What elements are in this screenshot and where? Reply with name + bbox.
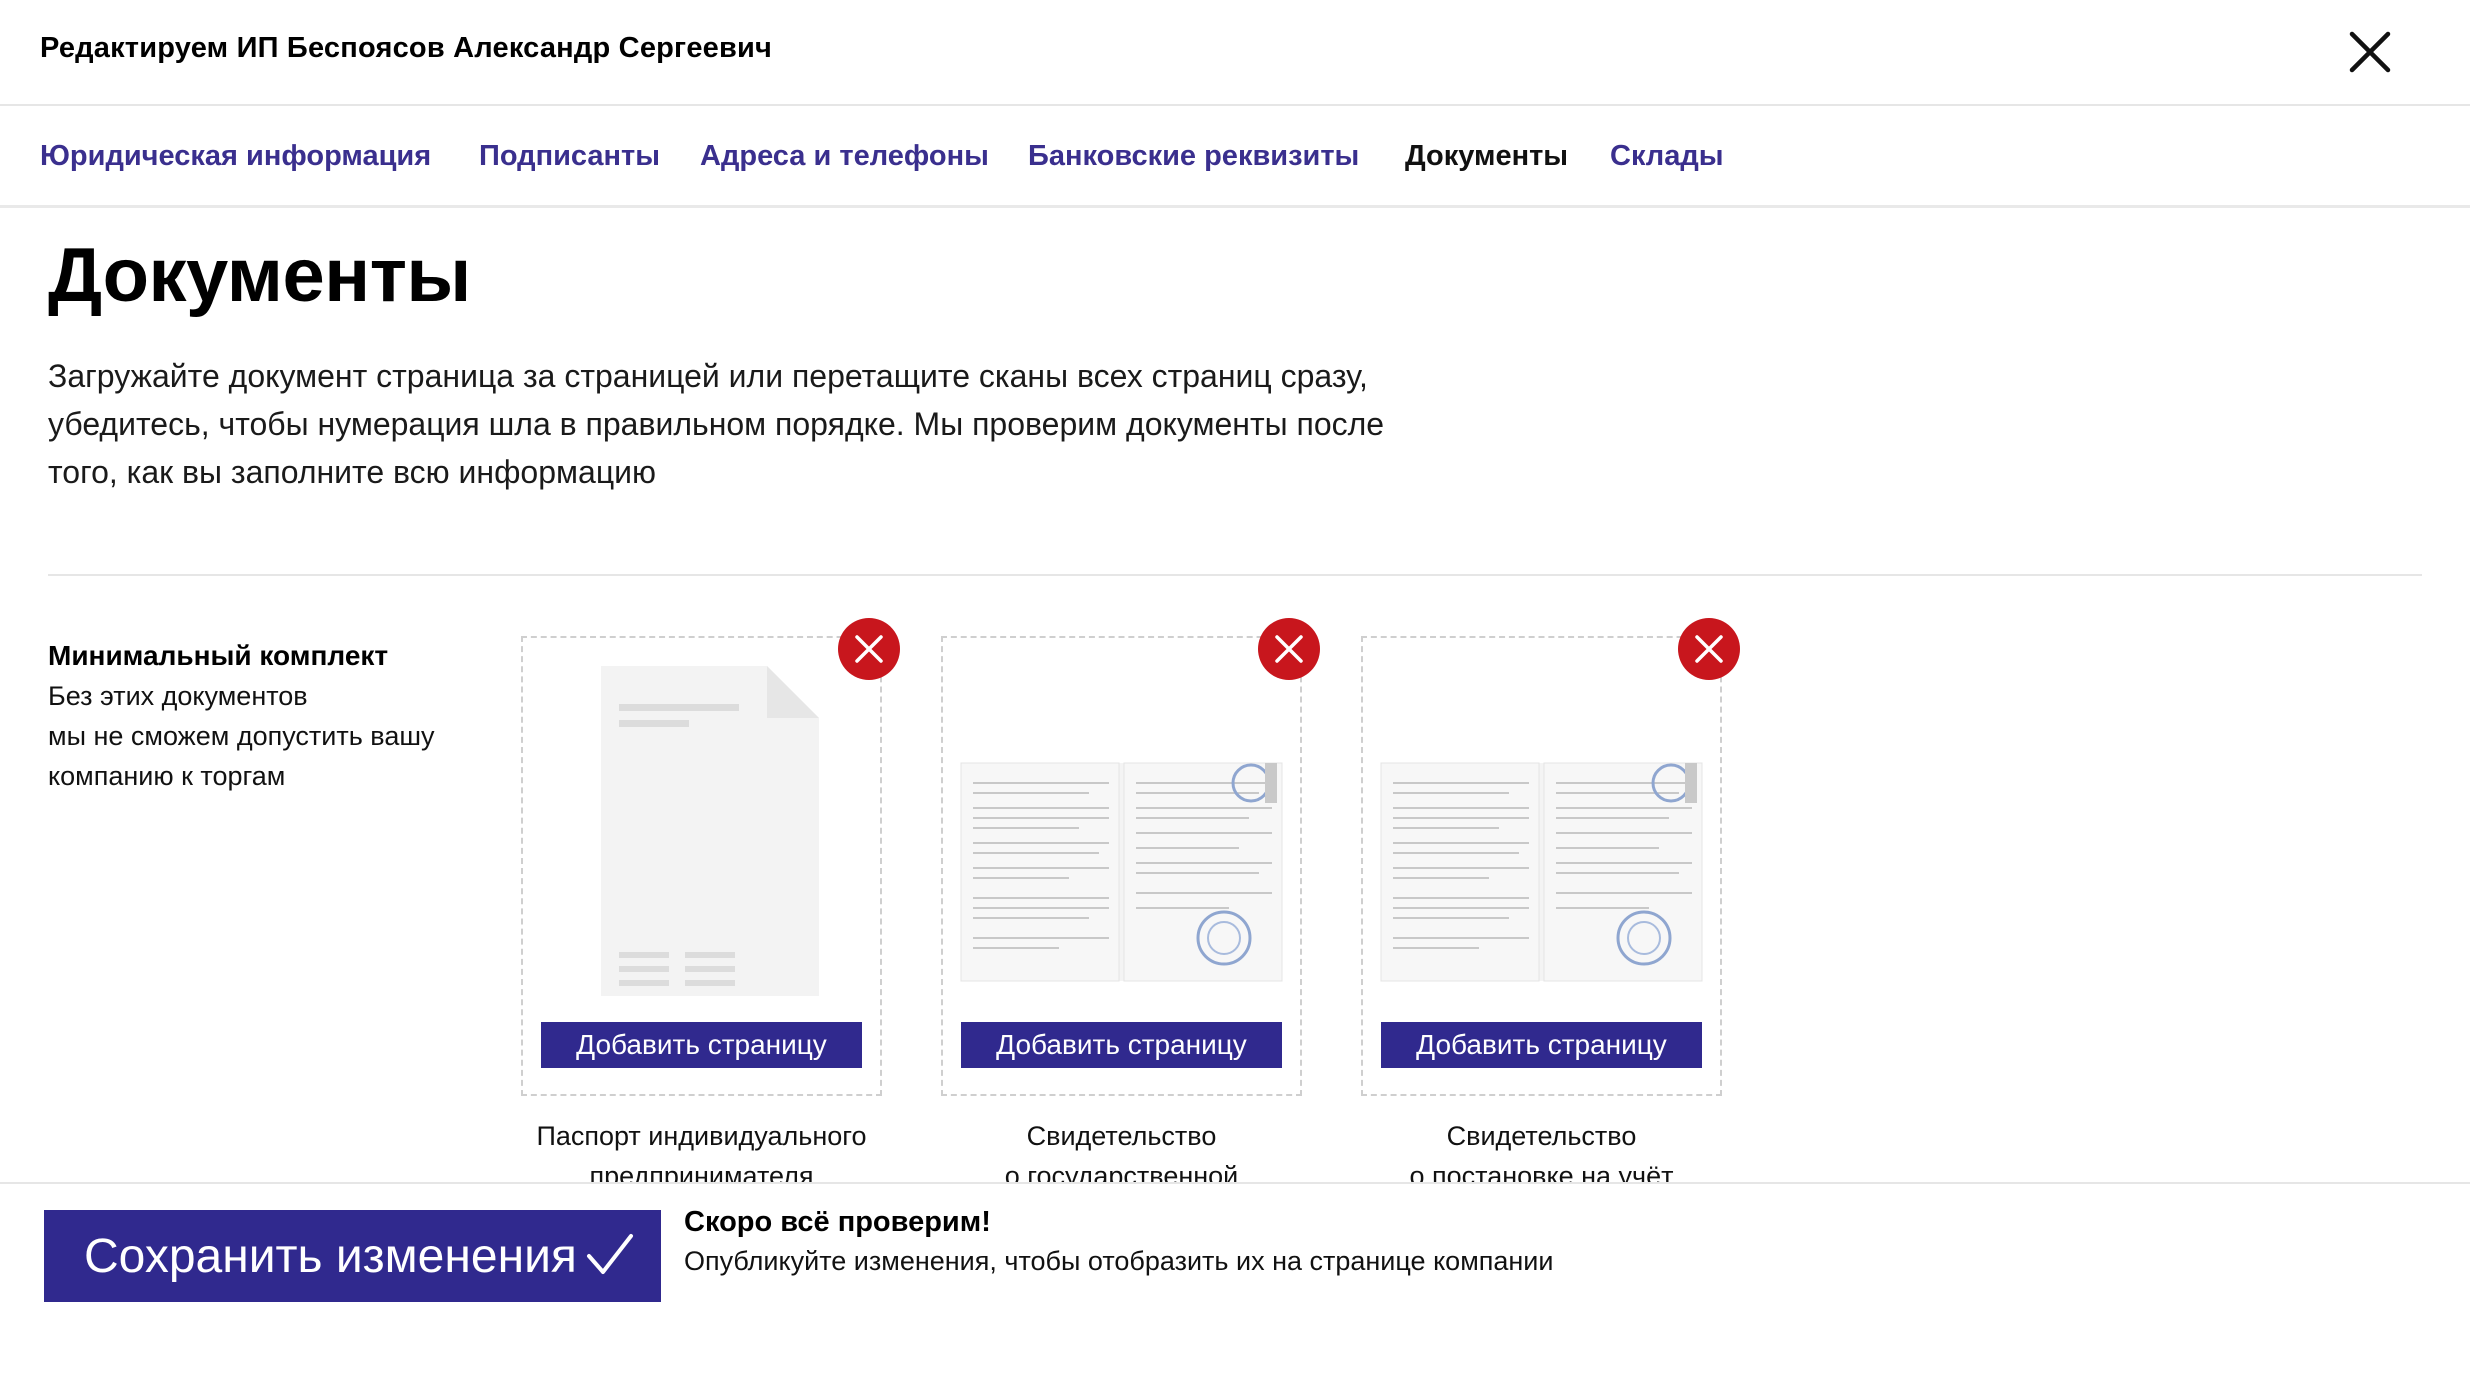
tab-legal-info[interactable]: Юридическая информация [40, 140, 431, 173]
add-page-button[interactable]: Добавить страницу [1381, 1022, 1702, 1068]
modal-title: Редактируем ИП Беспоясов Александр Серге… [40, 32, 773, 64]
minimal-kit-desc-line: Без этих документов [48, 681, 308, 711]
document-card-passport[interactable]: Добавить страницу [521, 618, 900, 1096]
notice-title: Скоро всё проверим! [684, 1206, 991, 1238]
page-title: Документы [48, 233, 471, 318]
minimal-kit-desc-line: мы не сможем допустить вашу [48, 721, 435, 751]
save-changes-label: Сохранить изменения [84, 1229, 577, 1283]
minimal-kit-desc-line: компанию к торгам [48, 761, 286, 791]
divider [48, 574, 2422, 576]
section-tabs: Юридическая информация Подписанты Адреса… [0, 106, 2470, 208]
document-caption-line: Свидетельство [1026, 1121, 1217, 1151]
intro-line: Загружайте документ страница за странице… [48, 358, 1368, 394]
add-page-button[interactable]: Добавить страницу [541, 1022, 862, 1068]
checkmark-icon [587, 1234, 633, 1274]
minimal-kit-title: Минимальный комплект [48, 640, 389, 671]
scanned-pages-thumbnail [959, 658, 1284, 1003]
close-icon[interactable] [2340, 22, 2400, 82]
tab-bank-details[interactable]: Банковские реквизиты [1028, 140, 1359, 173]
intro-line: убедитесь, чтобы нумерация шла в правиль… [48, 406, 1385, 442]
save-footer: Сохранить изменения Скоро всё проверим! … [0, 1182, 2470, 1382]
document-card-tax-registration[interactable]: Добавить страницу [1361, 618, 1740, 1096]
notice-text: Опубликуйте изменения, чтобы отобразить … [684, 1246, 1554, 1276]
tab-addresses-phones[interactable]: Адреса и телефоны [700, 140, 989, 173]
intro-text: Загружайте документ страница за странице… [48, 352, 1468, 496]
blank-document-icon [539, 658, 864, 1003]
save-changes-button[interactable]: Сохранить изменения [44, 1210, 661, 1302]
tab-warehouses[interactable]: Склады [1610, 140, 1724, 173]
document-caption-line: Паспорт индивидуального [536, 1121, 867, 1151]
scanned-pages-thumbnail [1379, 658, 1704, 1003]
tab-signatories[interactable]: Подписанты [479, 140, 660, 173]
intro-line: того, как вы заполните всю информацию [48, 454, 657, 490]
tab-documents[interactable]: Документы [1405, 140, 1568, 173]
modal-header: Редактируем ИП Беспоясов Александр Серге… [0, 0, 2470, 106]
add-page-button[interactable]: Добавить страницу [961, 1022, 1282, 1068]
document-caption-line: Свидетельство [1446, 1121, 1637, 1151]
minimal-kit-info: Минимальный комплект Без этих документов… [48, 636, 468, 796]
document-card-state-registration[interactable]: Добавить страницу [941, 618, 1320, 1096]
